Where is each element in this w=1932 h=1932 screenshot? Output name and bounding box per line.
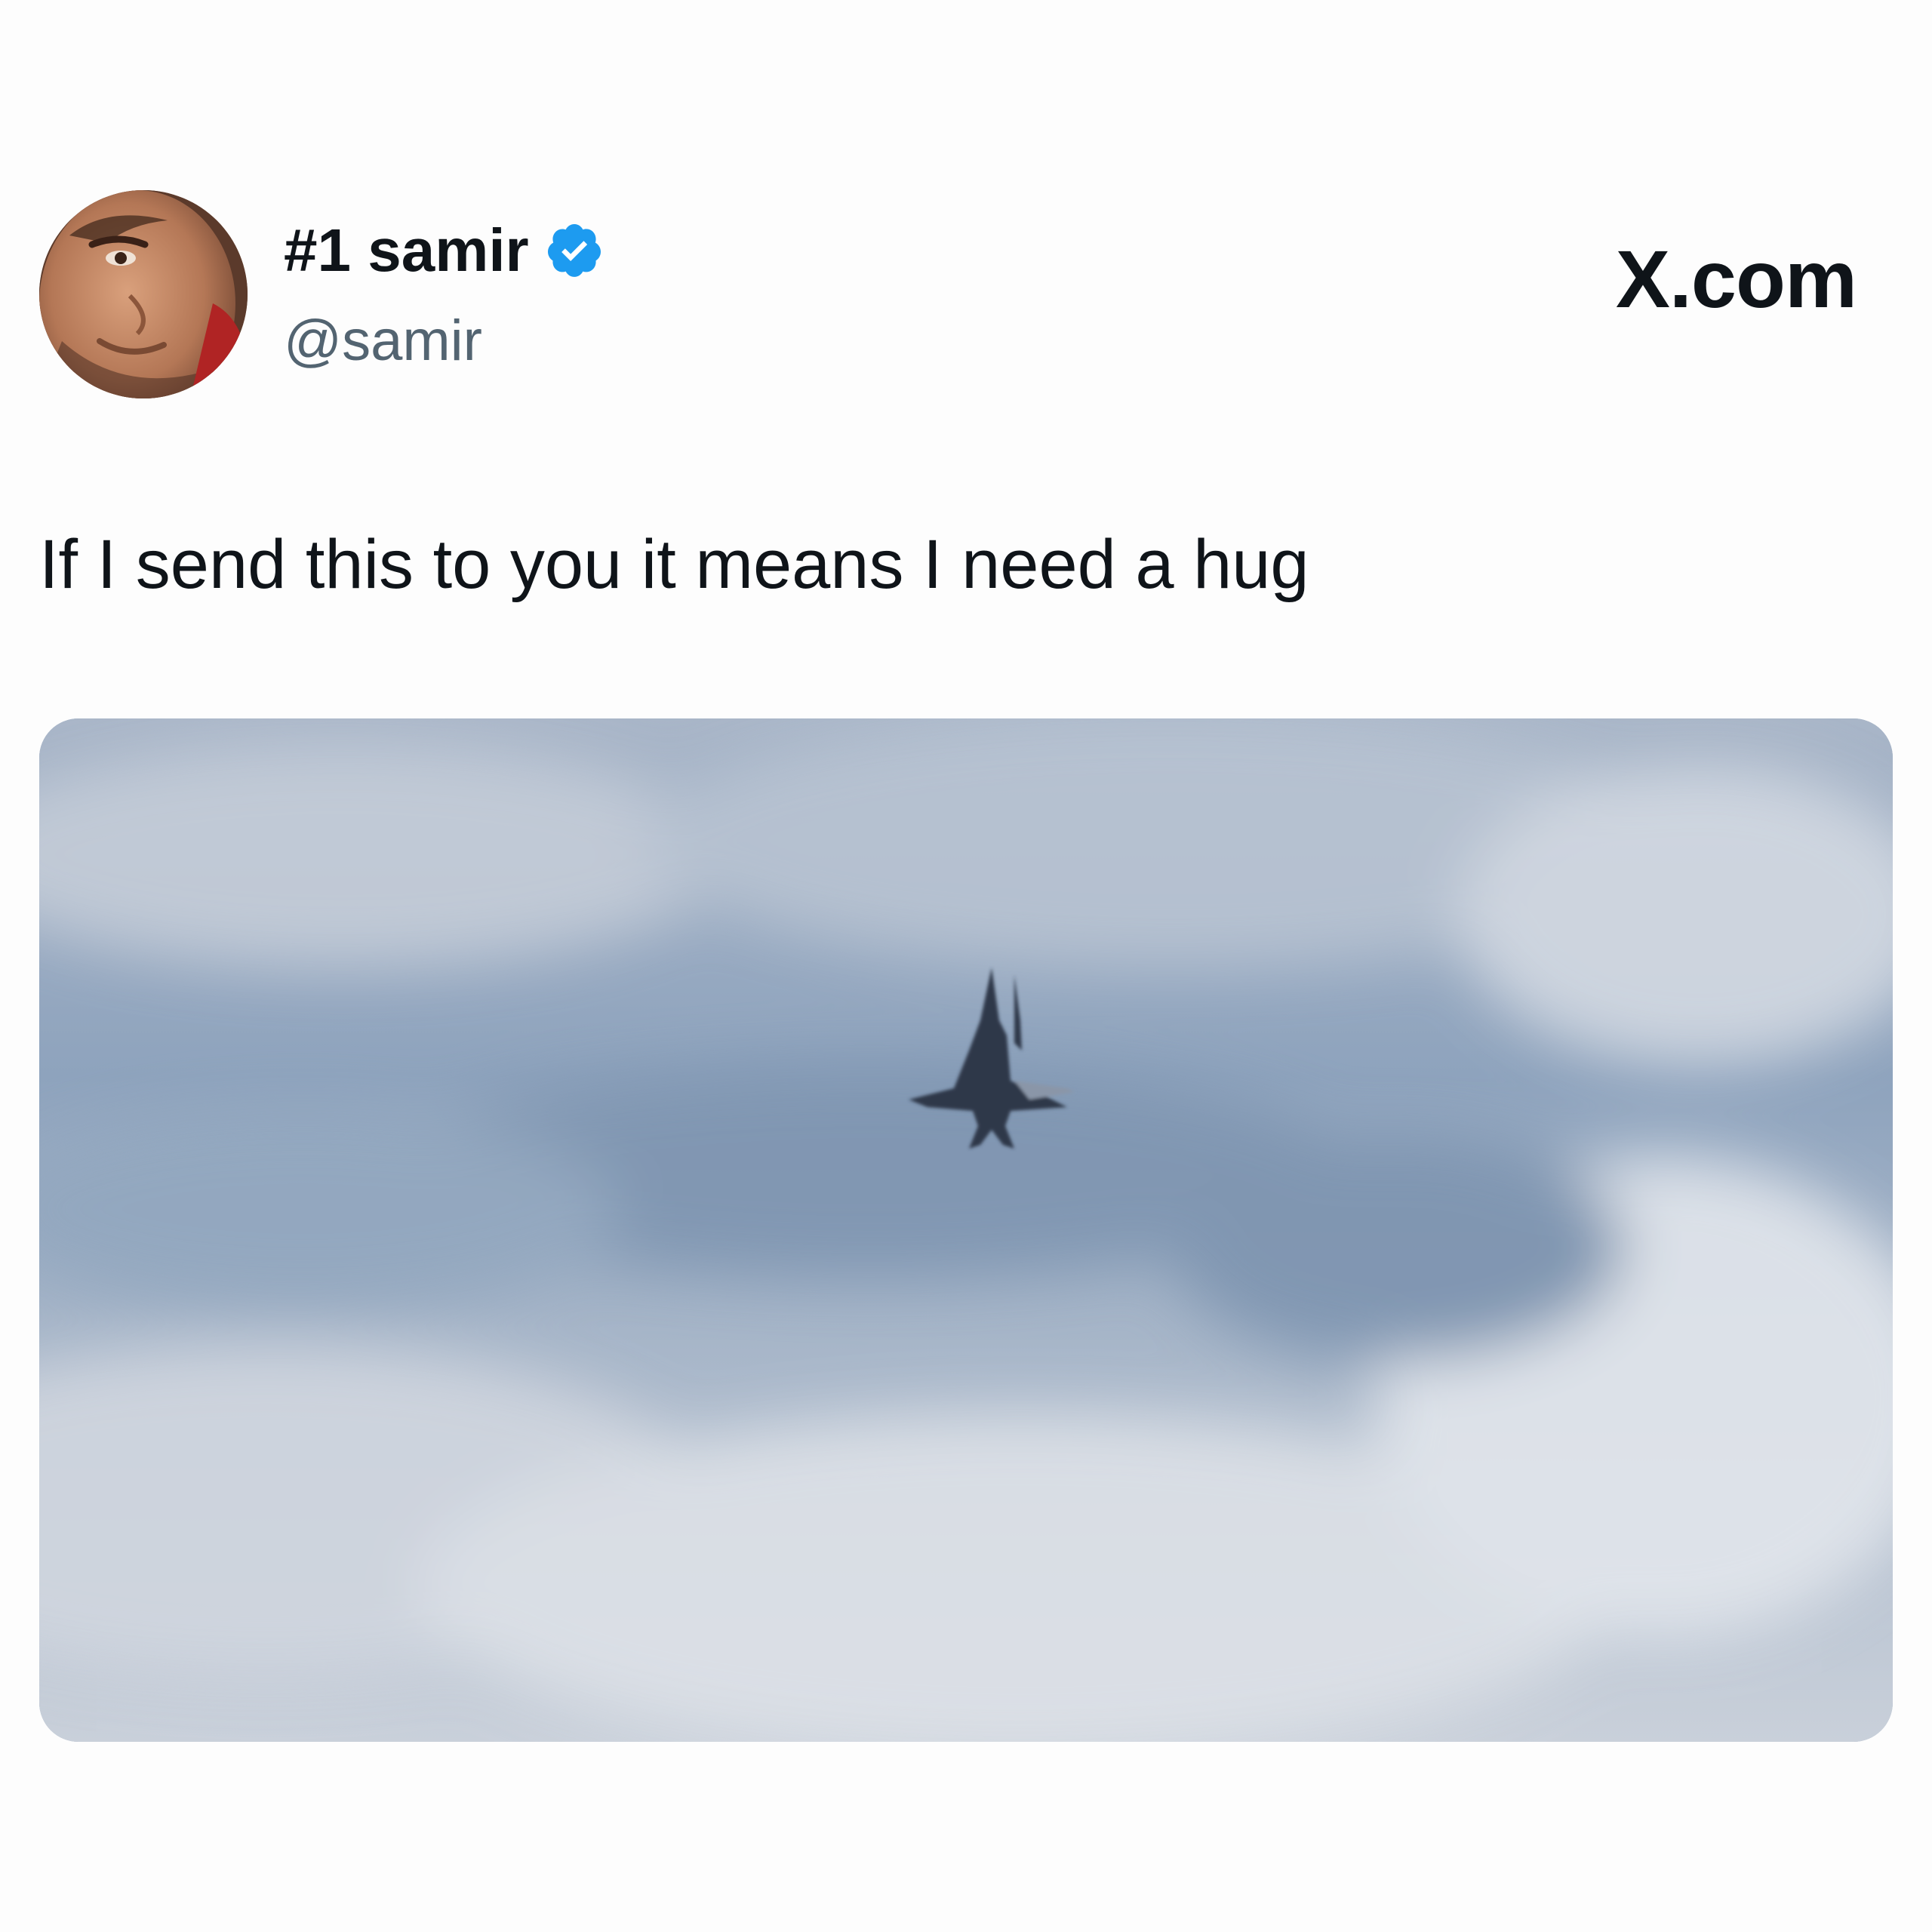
fighter-jet-photo — [39, 718, 1893, 1742]
display-name-row: #1 samir — [284, 213, 605, 288]
tweet-text: If I send this to you it means I need a … — [39, 526, 1309, 603]
verified-badge-icon — [547, 224, 601, 277]
tweet-header: #1 samir @samir X.com — [0, 0, 1932, 423]
avatar[interactable] — [39, 190, 248, 398]
handle[interactable]: @samir — [284, 303, 482, 379]
display-name[interactable]: #1 samir — [284, 213, 529, 288]
tweet-media[interactable] — [39, 718, 1893, 1742]
site-label: X.com — [1615, 233, 1857, 325]
profile-photo — [39, 190, 248, 398]
